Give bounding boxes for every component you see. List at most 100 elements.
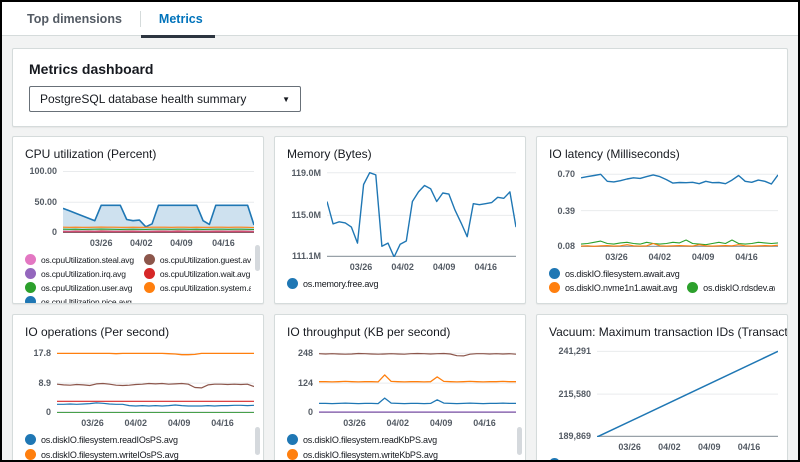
- legend-swatch-icon: [549, 458, 560, 462]
- y-axis-labels: 17.88.90: [25, 347, 57, 413]
- legend-swatch-icon: [287, 434, 298, 445]
- tab-metrics[interactable]: Metrics: [141, 2, 221, 36]
- legend-scrollbar[interactable]: [255, 245, 260, 271]
- legend-swatch-icon: [25, 434, 36, 445]
- legend-swatch-icon: [25, 254, 36, 265]
- legend-item[interactable]: os.diskIO.filesystem.readIOsPS.avg: [25, 434, 251, 445]
- y-tick-label: 189,869: [558, 431, 591, 441]
- chart-plot[interactable]: [57, 347, 254, 413]
- legend-label: os.cpuUtilization.guest.avg: [160, 255, 251, 265]
- x-tick-label: 04/02: [391, 262, 414, 272]
- y-tick-label: 0: [308, 407, 313, 417]
- legend-item[interactable]: os.diskIO.rdsdev.await.avg: [687, 282, 775, 293]
- legend-item[interactable]: os.diskIO.filesystem.writeIOsPS.avg: [25, 449, 251, 460]
- chart-card-io-operations: IO operations (Per second) 17.88.90 03/26 0…: [12, 314, 264, 462]
- legend-label: os.diskIO.filesystem.writeKbPS.avg: [303, 450, 438, 460]
- metrics-dashboard-panel: Metrics dashboard PostgreSQL database he…: [12, 48, 788, 127]
- tab-bar: Top dimensions Metrics: [2, 2, 798, 36]
- x-tick-label: 03/26: [605, 252, 628, 262]
- x-axis-labels: 03/2604/0204/0904/16: [597, 440, 775, 454]
- legend-swatch-icon: [144, 268, 155, 279]
- y-axis-labels: 119.0M115.0M111.1M: [287, 169, 327, 257]
- y-tick-label: 100.00: [29, 166, 57, 176]
- legend-swatch-icon: [549, 268, 560, 279]
- legend-scrollbar[interactable]: [255, 427, 260, 455]
- legend-swatch-icon: [25, 282, 36, 293]
- y-axis-labels: 0.700.390.08: [549, 169, 581, 247]
- legend-label: os.diskIO.filesystem.writeIOsPS.avg: [41, 450, 179, 460]
- y-tick-label: 0.70: [557, 169, 575, 179]
- y-tick-label: 241,291: [558, 346, 591, 356]
- y-tick-label: 50.00: [34, 197, 57, 207]
- chart-card-memory: Memory (Bytes)119.0M115.0M111.1M03/2604/…: [274, 136, 526, 304]
- y-axis-labels: 241,291215,580189,869: [549, 347, 597, 437]
- y-tick-label: 0: [46, 407, 51, 417]
- y-tick-label: 17.8: [33, 348, 51, 358]
- y-tick-label: 0.39: [557, 206, 575, 216]
- legend-item[interactable]: os.cpuUtilization.irq.avg: [25, 268, 134, 279]
- x-axis-labels: 03/2604/0204/0904/16: [57, 416, 251, 430]
- x-axis-labels: 03/2604/0204/0904/16: [63, 236, 251, 250]
- chart-legend: os.cpuUtilization.steal.avg os.cpuUtiliza…: [25, 254, 251, 304]
- legend-item[interactable]: os.cpuUtilization.system.avg: [144, 282, 251, 293]
- chart-plot[interactable]: [63, 169, 254, 233]
- legend-item[interactable]: os.diskIO.filesystem.writeKbPS.avg: [287, 449, 513, 460]
- legend-item[interactable]: os.diskIO.nvme1n1.await.avg: [549, 282, 677, 293]
- legend-item[interactable]: os.cpuUtilization.steal.avg: [25, 254, 134, 265]
- legend-label: os.cpuUtilization.user.avg: [41, 283, 132, 293]
- legend-item[interactable]: os.cpuUtilization.user.avg: [25, 282, 134, 293]
- tab-top-dimensions[interactable]: Top dimensions: [27, 2, 140, 36]
- x-tick-label: 04/09: [698, 442, 721, 452]
- chart-card-cpu-utilization: CPU utilization (Percent)100.0050.00003/…: [12, 136, 264, 304]
- chart-plot[interactable]: [581, 169, 778, 247]
- legend-item[interactable]: os.cpuUtilization.guest.avg: [144, 254, 251, 265]
- legend-label: os.cpuUtilization.nice.avg: [41, 297, 132, 305]
- legend-swatch-icon: [144, 282, 155, 293]
- legend-label: os.diskIO.nvme1n1.await.avg: [565, 283, 677, 293]
- legend-label: os.cpuUtilization.steal.avg: [41, 255, 134, 265]
- page-title: Metrics dashboard: [29, 61, 771, 77]
- chart-card-vacuum-max-transaction-ids: Vacuum: Maximum transaction IDs (Transac…: [536, 314, 788, 462]
- legend-item[interactable]: os.diskIO.filesystem.await.avg: [549, 268, 775, 279]
- legend-label: os.cpuUtilization.system.avg: [160, 283, 251, 293]
- legend-label: os.diskIO.filesystem.readIOsPS.avg: [41, 435, 178, 445]
- legend-scrollbar[interactable]: [517, 427, 522, 455]
- chart-plot[interactable]: [597, 347, 778, 437]
- chart-title: IO operations (Per second): [25, 325, 251, 339]
- legend-swatch-icon: [144, 254, 155, 265]
- x-axis-labels: 03/2604/0204/0904/16: [581, 250, 775, 264]
- charts-grid: CPU utilization (Percent) 100.00 50.00 0 03/…: [2, 136, 798, 462]
- legend-item[interactable]: os.cpuUtilization.nice.avg: [25, 296, 134, 304]
- app-window: Top dimensions Metrics Metrics dashboard…: [0, 0, 800, 462]
- x-tick-label: 03/26: [81, 418, 104, 428]
- dashboard-select-value: PostgreSQL database health summary: [40, 92, 246, 106]
- legend-label: os.diskIO.filesystem.readKbPS.avg: [303, 435, 437, 445]
- chart-title: Vacuum: Maximum transaction IDs (Transac…: [549, 325, 775, 339]
- chart-title: CPU utilization (Percent): [25, 147, 251, 161]
- legend-label: db.Transactions.max_used_xact_ids.avg: [565, 459, 720, 462]
- legend-item[interactable]: os.diskIO.filesystem.readKbPS.avg: [287, 434, 513, 445]
- x-tick-label: 04/02: [130, 238, 153, 248]
- chart-plot[interactable]: [327, 169, 516, 257]
- plot-area: 119.0M115.0M111.1M: [287, 169, 513, 257]
- chart-card-io-throughput: IO throughput (KB per second)248124003/2…: [274, 314, 526, 462]
- chart-card-io-latency: IO latency (Milliseconds)0.700.390.0803/…: [536, 136, 788, 304]
- y-axis-labels: 100.0050.000: [25, 169, 63, 233]
- x-tick-label: 04/02: [387, 418, 410, 428]
- y-axis-labels: 2481240: [287, 347, 319, 413]
- dashboard-select[interactable]: PostgreSQL database health summary ▼: [29, 86, 301, 112]
- x-tick-label: 04/02: [649, 252, 672, 262]
- chart-title: IO latency (Milliseconds): [549, 147, 775, 161]
- y-tick-label: 248: [298, 348, 313, 358]
- legend-item[interactable]: os.memory.free.avg: [287, 278, 513, 289]
- y-tick-label: 0: [52, 227, 57, 237]
- x-tick-label: 04/09: [170, 238, 193, 248]
- chart-plot[interactable]: [319, 347, 516, 413]
- chart-legend: os.diskIO.filesystem.readKbPS.avg os.disk…: [287, 434, 513, 462]
- chevron-down-icon: ▼: [282, 95, 290, 104]
- plot-area: 100.0050.000: [25, 169, 251, 233]
- chart-title: Memory (Bytes): [287, 147, 513, 161]
- x-tick-label: 04/02: [125, 418, 148, 428]
- legend-item[interactable]: db.Transactions.max_used_xact_ids.avg: [549, 458, 775, 462]
- legend-item[interactable]: os.cpuUtilization.wait.avg: [144, 268, 251, 279]
